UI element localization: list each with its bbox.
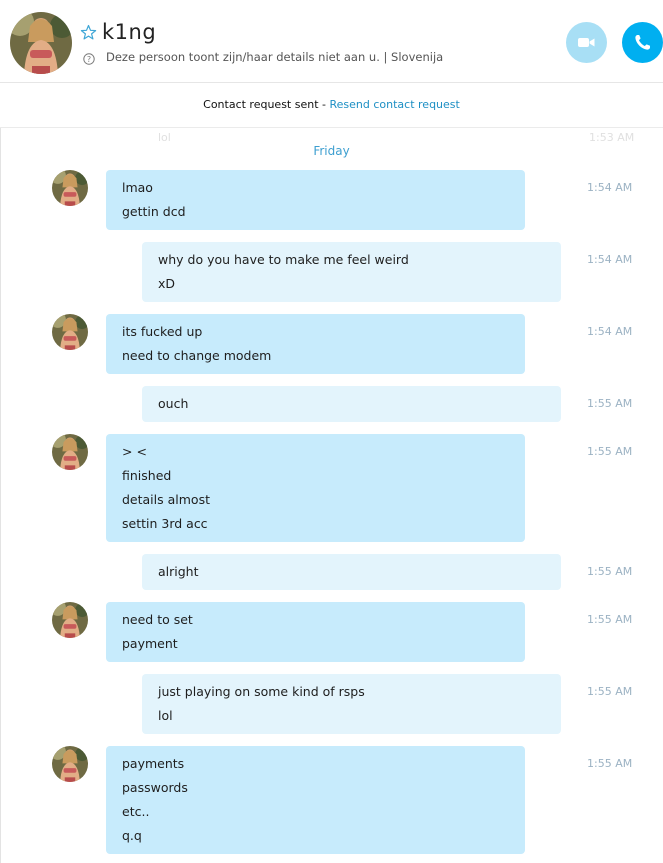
message-text: finished bbox=[122, 468, 172, 483]
message-avatar[interactable] bbox=[52, 314, 88, 350]
message-text: passwords bbox=[122, 780, 188, 795]
message-text: settin 3rd acc bbox=[122, 516, 208, 531]
faded-timestamp: 1:53 AM bbox=[589, 131, 635, 144]
resend-contact-request-link[interactable]: Resend contact request bbox=[330, 98, 460, 111]
message-timestamp: 1:55 AM bbox=[587, 685, 633, 698]
contact-status: Deze persoon toont zijn/haar details nie… bbox=[106, 50, 444, 64]
message-avatar[interactable] bbox=[52, 602, 88, 638]
message-timestamp: 1:55 AM bbox=[587, 445, 633, 458]
message-text: etc.. bbox=[122, 804, 150, 819]
incoming-message-bubble[interactable]: its fucked up need to change modem bbox=[106, 314, 525, 374]
message-text: its fucked up bbox=[122, 324, 203, 339]
message-text: lol bbox=[158, 708, 173, 723]
message-avatar[interactable] bbox=[52, 434, 88, 470]
contact-request-banner: Contact request sent - Resend contact re… bbox=[0, 83, 663, 128]
outgoing-message-bubble[interactable]: ouch bbox=[142, 386, 561, 422]
message-timestamp: 1:54 AM bbox=[587, 325, 633, 338]
message-timestamp: 1:55 AM bbox=[587, 613, 633, 626]
message-timestamp: 1:54 AM bbox=[587, 253, 633, 266]
message-timestamp: 1:55 AM bbox=[587, 757, 633, 770]
message-text: xD bbox=[158, 276, 176, 291]
message-text: details almost bbox=[122, 492, 210, 507]
message-timestamp: 1:55 AM bbox=[587, 397, 633, 410]
incoming-message-bubble[interactable]: need to set payment bbox=[106, 602, 525, 662]
svg-text:?: ? bbox=[87, 55, 91, 64]
message-text: why do you have to make me feel weird bbox=[158, 252, 409, 267]
contact-name: k1ng bbox=[102, 20, 157, 44]
outgoing-message-bubble[interactable]: why do you have to make me feel weird xD bbox=[142, 242, 561, 302]
incoming-message-bubble[interactable]: > < finished details almost settin 3rd acc bbox=[106, 434, 525, 542]
message-avatar[interactable] bbox=[52, 746, 88, 782]
banner-separator: - bbox=[318, 98, 330, 111]
message-text: q.q bbox=[122, 828, 142, 843]
message-timestamp: 1:55 AM bbox=[587, 565, 633, 578]
message-timestamp: 1:54 AM bbox=[587, 181, 633, 194]
outgoing-message-bubble[interactable]: alright bbox=[142, 554, 561, 590]
message-text: just playing on some kind of rsps bbox=[158, 684, 365, 699]
message-text: payments bbox=[122, 756, 185, 771]
message-text: need to change modem bbox=[122, 348, 272, 363]
message-avatar[interactable] bbox=[52, 170, 88, 206]
video-call-button[interactable] bbox=[566, 22, 607, 63]
conversation-header: k1ng ? Deze persoon toont zijn/haar deta… bbox=[0, 0, 663, 83]
incoming-message-bubble[interactable]: lmao gettin dcd bbox=[106, 170, 525, 230]
message-text: lmao bbox=[122, 180, 153, 195]
contact-avatar[interactable] bbox=[10, 12, 72, 74]
day-divider: Friday bbox=[313, 144, 350, 158]
outgoing-message-bubble[interactable]: just playing on some kind of rsps lol bbox=[142, 674, 561, 734]
window-left-border bbox=[0, 0, 1, 863]
message-text: alright bbox=[158, 564, 199, 579]
message-text: payment bbox=[122, 636, 178, 651]
faded-message: lol bbox=[158, 131, 171, 144]
star-outline-icon[interactable] bbox=[80, 24, 97, 41]
audio-call-button[interactable] bbox=[622, 22, 663, 63]
message-text: > < bbox=[122, 444, 147, 459]
request-status-text: Contact request sent bbox=[203, 98, 319, 111]
message-text: need to set bbox=[122, 612, 193, 627]
message-text: gettin dcd bbox=[122, 204, 186, 219]
question-circle-icon: ? bbox=[83, 50, 95, 65]
message-text: ouch bbox=[158, 396, 189, 411]
incoming-message-bubble[interactable]: payments passwords etc.. q.q bbox=[106, 746, 525, 854]
